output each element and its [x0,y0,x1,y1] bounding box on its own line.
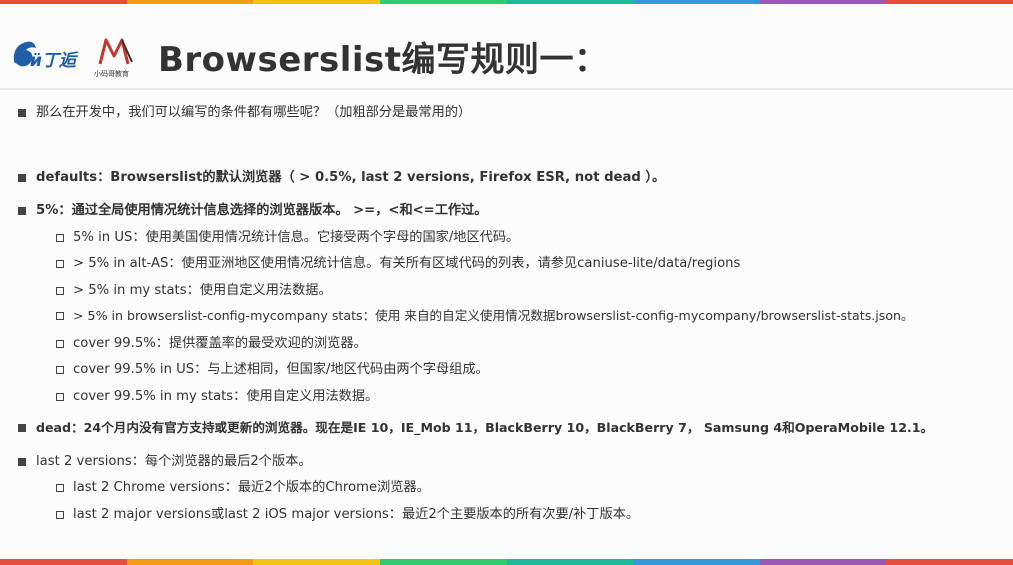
xiaomage-logo: 小码哥教育 [92,32,146,80]
sub-list-item: last 2 Chrome versions：最近2个版本的Chrome浏览器。 [56,481,430,494]
hollow-square-bullet-icon [56,286,64,295]
sub-list-item: last 2 major versions或last 2 iOS major v… [56,508,639,521]
square-bullet-icon [18,457,26,466]
list-item: defaults：Browserslist的默认浏览器（ > 0.5%, las… [18,171,665,184]
hollow-square-bullet-icon [56,312,64,321]
top-color-bar [0,0,1013,4]
square-bullet-icon [18,206,26,215]
page-title: Browserslist编写规则一： [158,39,609,80]
square-bullet-icon [18,424,26,433]
sub-list-item: > 5% in browserslist-config-mycompany st… [56,309,914,323]
svg-text:小码哥教育: 小码哥教育 [94,69,129,78]
square-bullet-icon [18,173,26,182]
list-item: 那么在开发中，我们可以编写的条件都有哪些呢？（加粗部分是最常用的） [18,106,471,119]
sub-list-item: > 5% in alt-AS：使用亚洲地区使用情况统计信息。有关所有区域代码的列… [56,257,740,270]
coderwhy-logo: ӥ丁逅 [8,32,88,80]
bottom-color-bar [0,559,1013,565]
slide-header: ӥ丁逅 小码哥教育 Browserslist编写规则一： [8,26,609,86]
list-item: dead：24个月内没有官方支持或更新的浏览器。现在是IE 10，IE_Mob … [18,421,933,435]
sub-list-item: cover 99.5%：提供覆盖率的最受欢迎的浏览器。 [56,337,367,350]
list-item: last 2 versions：每个浏览器的最后2个版本。 [18,455,312,468]
header-divider [0,88,1013,90]
hollow-square-bullet-icon [56,259,64,268]
svg-text:ӥ丁逅: ӥ丁逅 [30,51,79,71]
sub-list-item: 5% in US：使用美国使用情况统计信息。它接受两个字母的国家/地区代码。 [56,231,519,244]
sub-list-item: cover 99.5% in US：与上述相同，但国家/地区代码由两个字母组成。 [56,363,489,376]
square-bullet-icon [18,108,26,117]
sub-list-item: > 5% in my stats：使用自定义用法数据。 [56,284,332,297]
slide: ӥ丁逅 小码哥教育 Browserslist编写规则一： 那么在开发中，我们可以… [0,0,1013,565]
hollow-square-bullet-icon [56,483,64,492]
sub-list-item: cover 99.5% in my stats：使用自定义用法数据。 [56,390,378,403]
hollow-square-bullet-icon [56,233,64,242]
hollow-square-bullet-icon [56,365,64,374]
hollow-square-bullet-icon [56,510,64,519]
hollow-square-bullet-icon [56,392,64,401]
list-item: 5%：通过全局使用情况统计信息选择的浏览器版本。 >=，<和<=工作过。 [18,204,487,217]
hollow-square-bullet-icon [56,339,64,348]
